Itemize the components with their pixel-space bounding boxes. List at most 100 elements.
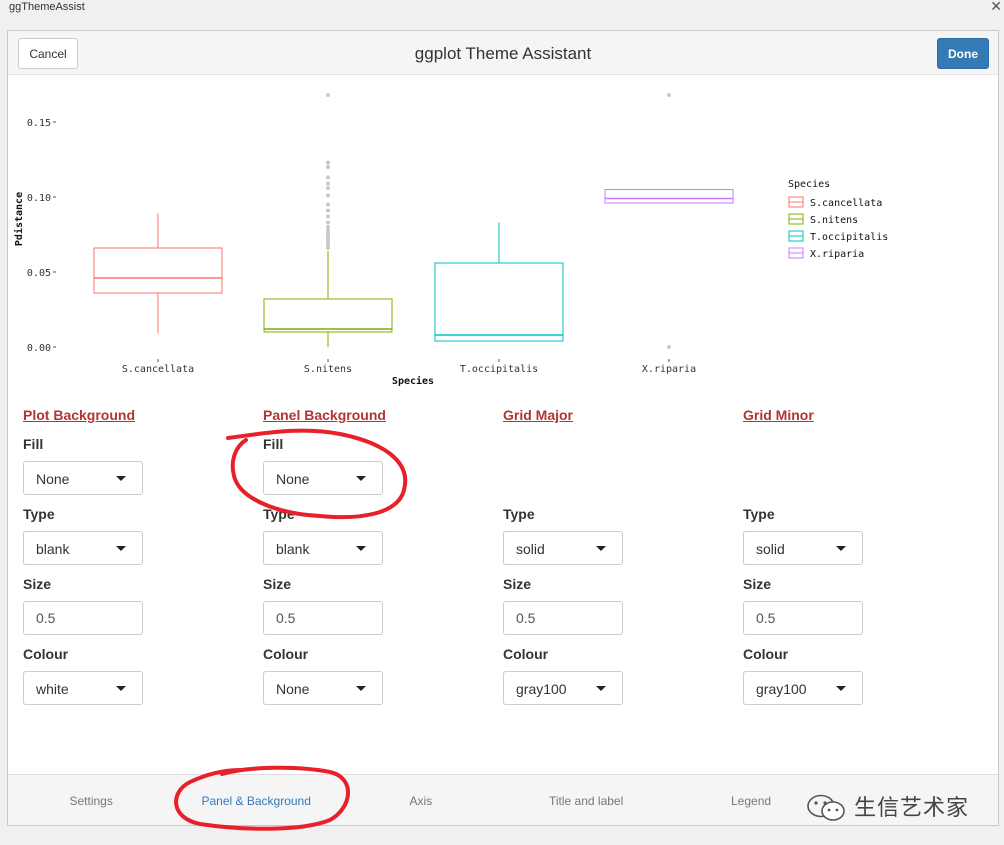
select-value: None (276, 471, 310, 487)
box-body (604, 189, 734, 204)
section-title[interactable]: Grid Minor (743, 407, 814, 423)
box-outlier (326, 181, 330, 186)
legend-label: X.riparia (810, 249, 864, 260)
size-label: Size (23, 576, 52, 592)
size-label: Size (743, 576, 772, 592)
size-label: Size (503, 576, 532, 592)
fill-select[interactable]: None (23, 461, 143, 495)
size-input[interactable] (263, 601, 383, 635)
caret-down-icon (116, 686, 126, 691)
colour-select[interactable]: white (23, 671, 143, 705)
box-outlier (667, 345, 671, 349)
colour-label: Colour (503, 646, 549, 662)
caret-down-icon (836, 546, 846, 551)
box-body (263, 298, 393, 333)
tab-title-and-label[interactable]: Title and label (549, 794, 623, 808)
size-input[interactable] (23, 601, 143, 635)
box-outlier (326, 186, 330, 190)
section-title[interactable]: Grid Major (503, 407, 573, 423)
size-input[interactable] (743, 601, 863, 635)
plot-preview: 0.00 0.05 0.10 0.15 Pdistance S.cancellata S.n… (8, 81, 998, 391)
box-outlier (326, 93, 330, 97)
select-value: solid (516, 541, 545, 557)
select-value: None (36, 471, 70, 487)
type-label: Type (263, 506, 295, 522)
colour-label: Colour (263, 646, 309, 662)
select-value: solid (756, 541, 785, 557)
boxplot-chart: 0.00 0.05 0.10 0.15 Pdistance S.cancellata S.n… (13, 93, 888, 387)
modal-title: ggplot Theme Assistant (414, 44, 592, 63)
done-button[interactable]: Done (937, 38, 989, 69)
x-tick-label: S.cancellata (122, 364, 194, 375)
caret-down-icon (116, 546, 126, 551)
select-value: None (276, 681, 310, 697)
tab-axis[interactable]: Axis (410, 794, 433, 808)
select-value: gray100 (516, 681, 567, 697)
legend-title: Species (788, 179, 830, 190)
y-tick-label: 0.05 (27, 268, 51, 279)
fill-select[interactable]: None (263, 461, 383, 495)
os-titlebar: ggThemeAssist ✕ (0, 0, 1004, 16)
y-tick-label: 0.10 (27, 193, 51, 204)
colour-select[interactable]: gray100 (743, 671, 863, 705)
window-title: ggThemeAssist (9, 1, 85, 13)
box-outlier (326, 220, 330, 225)
watermark: 生信艺术家 (806, 787, 996, 823)
box-outlier (667, 93, 671, 97)
x-tick-label: S.nitens (304, 364, 352, 375)
type-select[interactable]: solid (743, 531, 863, 565)
x-tick-label: X.riparia (642, 364, 696, 375)
window-close-icon[interactable]: ✕ (990, 0, 1002, 14)
select-value: gray100 (756, 681, 807, 697)
type-select[interactable]: blank (263, 531, 383, 565)
box-outlier (326, 193, 330, 198)
watermark-text: 生信艺术家 (854, 795, 970, 820)
modal-header: Cancel ggplot Theme Assistant Done (8, 31, 998, 75)
x-tick-label: T.occipitalis (460, 364, 538, 375)
box-outlier (326, 214, 330, 219)
legend-label: S.nitens (810, 215, 858, 226)
box-outlier (326, 202, 330, 207)
select-value: white (36, 681, 69, 697)
y-tick-label: 0.15 (27, 118, 51, 129)
y-tick-label: 0.00 (27, 343, 51, 354)
section-title[interactable]: Panel Background (263, 407, 386, 423)
fill-label: Fill (263, 436, 284, 452)
box-body (434, 262, 564, 342)
tab-legend[interactable]: Legend (731, 794, 771, 808)
colour-select[interactable]: None (263, 671, 383, 705)
x-axis-label: Species (392, 375, 434, 387)
box-outlier (326, 160, 330, 165)
box-outlier (326, 208, 330, 213)
select-value: blank (36, 541, 70, 557)
type-label: Type (23, 506, 55, 522)
caret-down-icon (356, 476, 366, 481)
section-title[interactable]: Plot Background (23, 407, 135, 423)
theme-assistant-modal: Cancel ggplot Theme Assistant Done 0.00 0… (7, 30, 999, 826)
size-input[interactable] (503, 601, 623, 635)
tab-settings[interactable]: Settings (70, 794, 113, 808)
caret-down-icon (356, 546, 366, 551)
wechat-icon (807, 794, 845, 821)
box-outlier (326, 165, 330, 169)
box-body (93, 247, 223, 294)
type-label: Type (743, 506, 775, 522)
fill-label: Fill (23, 436, 44, 452)
legend-label: S.cancellata (810, 198, 882, 209)
select-value: blank (276, 541, 310, 557)
tab-panel-background[interactable]: Panel & Background (202, 794, 311, 808)
y-axis-label: Pdistance (13, 192, 25, 246)
legend-label: T.occipitalis (810, 232, 888, 243)
colour-select[interactable]: gray100 (503, 671, 623, 705)
caret-down-icon (116, 476, 126, 481)
colour-label: Colour (743, 646, 789, 662)
type-select[interactable]: solid (503, 531, 623, 565)
box-outlier (326, 175, 330, 180)
caret-down-icon (836, 686, 846, 691)
type-select[interactable]: blank (23, 531, 143, 565)
type-label: Type (503, 506, 535, 522)
caret-down-icon (596, 686, 606, 691)
colour-label: Colour (23, 646, 69, 662)
caret-down-icon (596, 546, 606, 551)
box-outlier (326, 225, 330, 229)
